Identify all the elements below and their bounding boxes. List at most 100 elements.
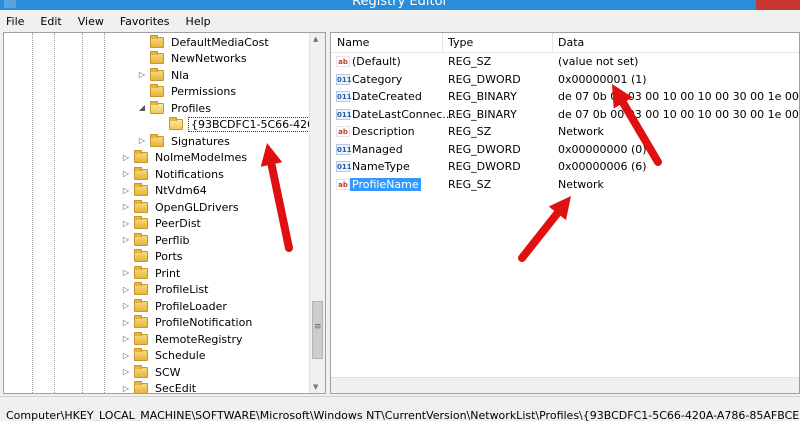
expand-arrow-icon[interactable]: ▷ xyxy=(122,285,130,295)
column-header-type[interactable]: Type xyxy=(448,36,473,49)
folder-icon xyxy=(134,315,148,329)
tree-item[interactable]: ▷ NtVdm64 xyxy=(122,183,209,200)
binary-value-icon: 011 xyxy=(336,91,352,102)
menu-file[interactable]: File xyxy=(6,15,24,28)
tree-item-label: Notifications xyxy=(155,167,224,181)
tree-item-label: Nla xyxy=(171,68,190,82)
value-data: de 07 0b 00 03 00 10 00 10 00 30 00 1e 0… xyxy=(558,107,799,121)
expand-arrow-icon[interactable]: ▷ xyxy=(122,318,130,328)
expand-arrow-icon[interactable]: ▷ xyxy=(138,70,146,80)
value-type: REG_SZ xyxy=(448,125,492,138)
tree-item[interactable]: ▷ NoImeModeImes xyxy=(122,150,249,167)
scroll-up-icon[interactable]: ▲ xyxy=(313,35,318,43)
value-row[interactable]: ab (Default) REG_SZ (value not set) xyxy=(331,53,799,71)
tree-item[interactable]: DefaultMediaCost xyxy=(138,34,271,51)
expand-arrow-icon[interactable]: ▷ xyxy=(122,235,130,245)
tree-item[interactable]: ▷ SecEdit xyxy=(122,381,198,394)
value-name: (Default) xyxy=(352,55,401,68)
column-header-data[interactable]: Data xyxy=(558,36,584,49)
expand-arrow-icon[interactable]: ▷ xyxy=(122,367,130,377)
key-tree-pane[interactable]: DefaultMediaCost NewNetworks ▷ Nla Permissio… xyxy=(3,32,326,394)
value-row[interactable]: ab ProfileName REG_SZ Network xyxy=(331,176,799,194)
value-data: 0x00000006 (6) xyxy=(558,160,647,173)
tree-item-label: SCW xyxy=(155,365,181,379)
tree-item[interactable]: ▷ Print xyxy=(122,265,182,282)
value-type: REG_SZ xyxy=(448,55,492,68)
expand-arrow-icon[interactable]: ▷ xyxy=(122,202,130,212)
value-type: REG_DWORD xyxy=(448,72,521,86)
tree-item[interactable]: Permissions xyxy=(138,84,238,101)
tree-item[interactable]: ▷ SCW xyxy=(122,364,183,381)
value-type: REG_SZ xyxy=(448,177,492,191)
expand-arrow-icon[interactable]: ▷ xyxy=(122,169,130,179)
binary-value-icon: 011 xyxy=(336,73,352,85)
value-data: 0x00000001 (1) xyxy=(558,72,647,86)
scroll-down-icon[interactable]: ▼ xyxy=(313,383,318,391)
tree-item-label: RemoteRegistry xyxy=(155,332,243,346)
menu-favorites[interactable]: Favorites xyxy=(120,15,170,28)
tree-guide-line xyxy=(82,33,83,393)
close-button[interactable] xyxy=(756,0,800,10)
tree-item[interactable]: ▷ Schedule xyxy=(122,348,208,365)
tree-item[interactable]: Ports xyxy=(122,249,185,266)
value-row[interactable]: ab Description REG_SZ Network xyxy=(331,123,799,141)
tree-guide-line xyxy=(32,33,33,393)
tree-item-label: OpenGLDrivers xyxy=(155,200,239,214)
folder-icon xyxy=(150,34,164,48)
expand-arrow-icon[interactable]: ▷ xyxy=(122,301,130,311)
column-header-name[interactable]: Name xyxy=(337,36,369,49)
expand-arrow-icon[interactable]: ▷ xyxy=(122,186,130,196)
tree-item[interactable]: ▷ PeerDist xyxy=(122,216,203,233)
column-divider[interactable] xyxy=(552,33,553,53)
expand-arrow-icon[interactable]: ◢ xyxy=(138,103,146,113)
tree-item[interactable]: ▷ ProfileLoader xyxy=(122,298,229,315)
tree-item[interactable]: ▷ RemoteRegistry xyxy=(122,331,244,348)
folder-icon xyxy=(134,199,148,213)
expand-arrow-icon[interactable]: ▷ xyxy=(122,268,130,278)
value-row[interactable]: 011 Managed REG_DWORD 0x00000000 (0) xyxy=(331,141,799,159)
value-row[interactable]: 011 NameType REG_DWORD 0x00000006 (6) xyxy=(331,158,799,176)
value-row[interactable]: 011 DateCreated REG_BINARY de 07 0b 00 03 0… xyxy=(331,88,799,106)
tree-item[interactable]: ▷ Notifications xyxy=(122,166,226,183)
tree-item[interactable]: ◢ Profiles xyxy=(138,100,213,117)
tree-item-label: {93BCDFC1-5C66-420A-A xyxy=(188,117,325,133)
tree-item[interactable]: ▷ ProfileList xyxy=(122,282,210,299)
expand-arrow-icon[interactable]: ▷ xyxy=(122,219,130,229)
tree-vertical-scrollbar[interactable]: ▲ ▼ xyxy=(309,33,325,393)
expand-arrow-icon[interactable]: ▷ xyxy=(122,334,130,344)
tree-item[interactable]: NewNetworks xyxy=(138,51,249,68)
menu-view[interactable]: View xyxy=(78,15,104,28)
tree-item[interactable]: ▷ ProfileNotification xyxy=(122,315,254,332)
folder-icon xyxy=(134,348,148,362)
tree-item-label: Profiles xyxy=(171,101,211,115)
menu-help[interactable]: Help xyxy=(186,15,211,28)
expand-arrow-icon[interactable]: ▷ xyxy=(122,384,130,393)
window-title: Registry Editor xyxy=(352,0,448,9)
scroll-thumb[interactable] xyxy=(312,301,323,359)
value-row[interactable]: 011 Category REG_DWORD 0x00000001 (1) xyxy=(331,71,799,89)
tree-item[interactable]: ▷ Perflib xyxy=(122,232,192,249)
folder-icon xyxy=(134,216,148,230)
menu-edit[interactable]: Edit xyxy=(40,15,61,28)
expand-arrow-icon[interactable]: ▷ xyxy=(138,136,146,146)
value-type: REG_DWORD xyxy=(448,160,521,173)
expand-arrow-icon[interactable]: ▷ xyxy=(122,153,130,163)
values-horizontal-scrollbar[interactable] xyxy=(331,377,799,393)
title-bar: Registry Editor xyxy=(0,0,800,10)
folder-icon xyxy=(150,100,164,114)
tree-item[interactable]: ▷ OpenGLDrivers xyxy=(122,199,241,216)
column-divider[interactable] xyxy=(442,33,443,53)
tree-item[interactable]: ▷ Nla xyxy=(138,67,191,84)
folder-icon xyxy=(134,183,148,197)
tree-guide-line xyxy=(54,33,55,393)
value-row[interactable]: 011 DateLastConnec... REG_BINARY de 07 0b 0… xyxy=(331,106,799,124)
values-pane[interactable]: Name Type Data ab (Default) REG_SZ (value n… xyxy=(330,32,800,394)
values-header: Name Type Data xyxy=(331,33,799,53)
tree-guide-line xyxy=(104,33,105,393)
tree-item[interactable]: {93BCDFC1-5C66-420A-A xyxy=(157,117,325,134)
tree-item-label: SecEdit xyxy=(155,382,197,394)
tree-item[interactable]: ▷ Signatures xyxy=(138,133,232,150)
expand-arrow-icon[interactable]: ▷ xyxy=(122,351,130,361)
tree-item-label: Schedule xyxy=(155,349,206,363)
